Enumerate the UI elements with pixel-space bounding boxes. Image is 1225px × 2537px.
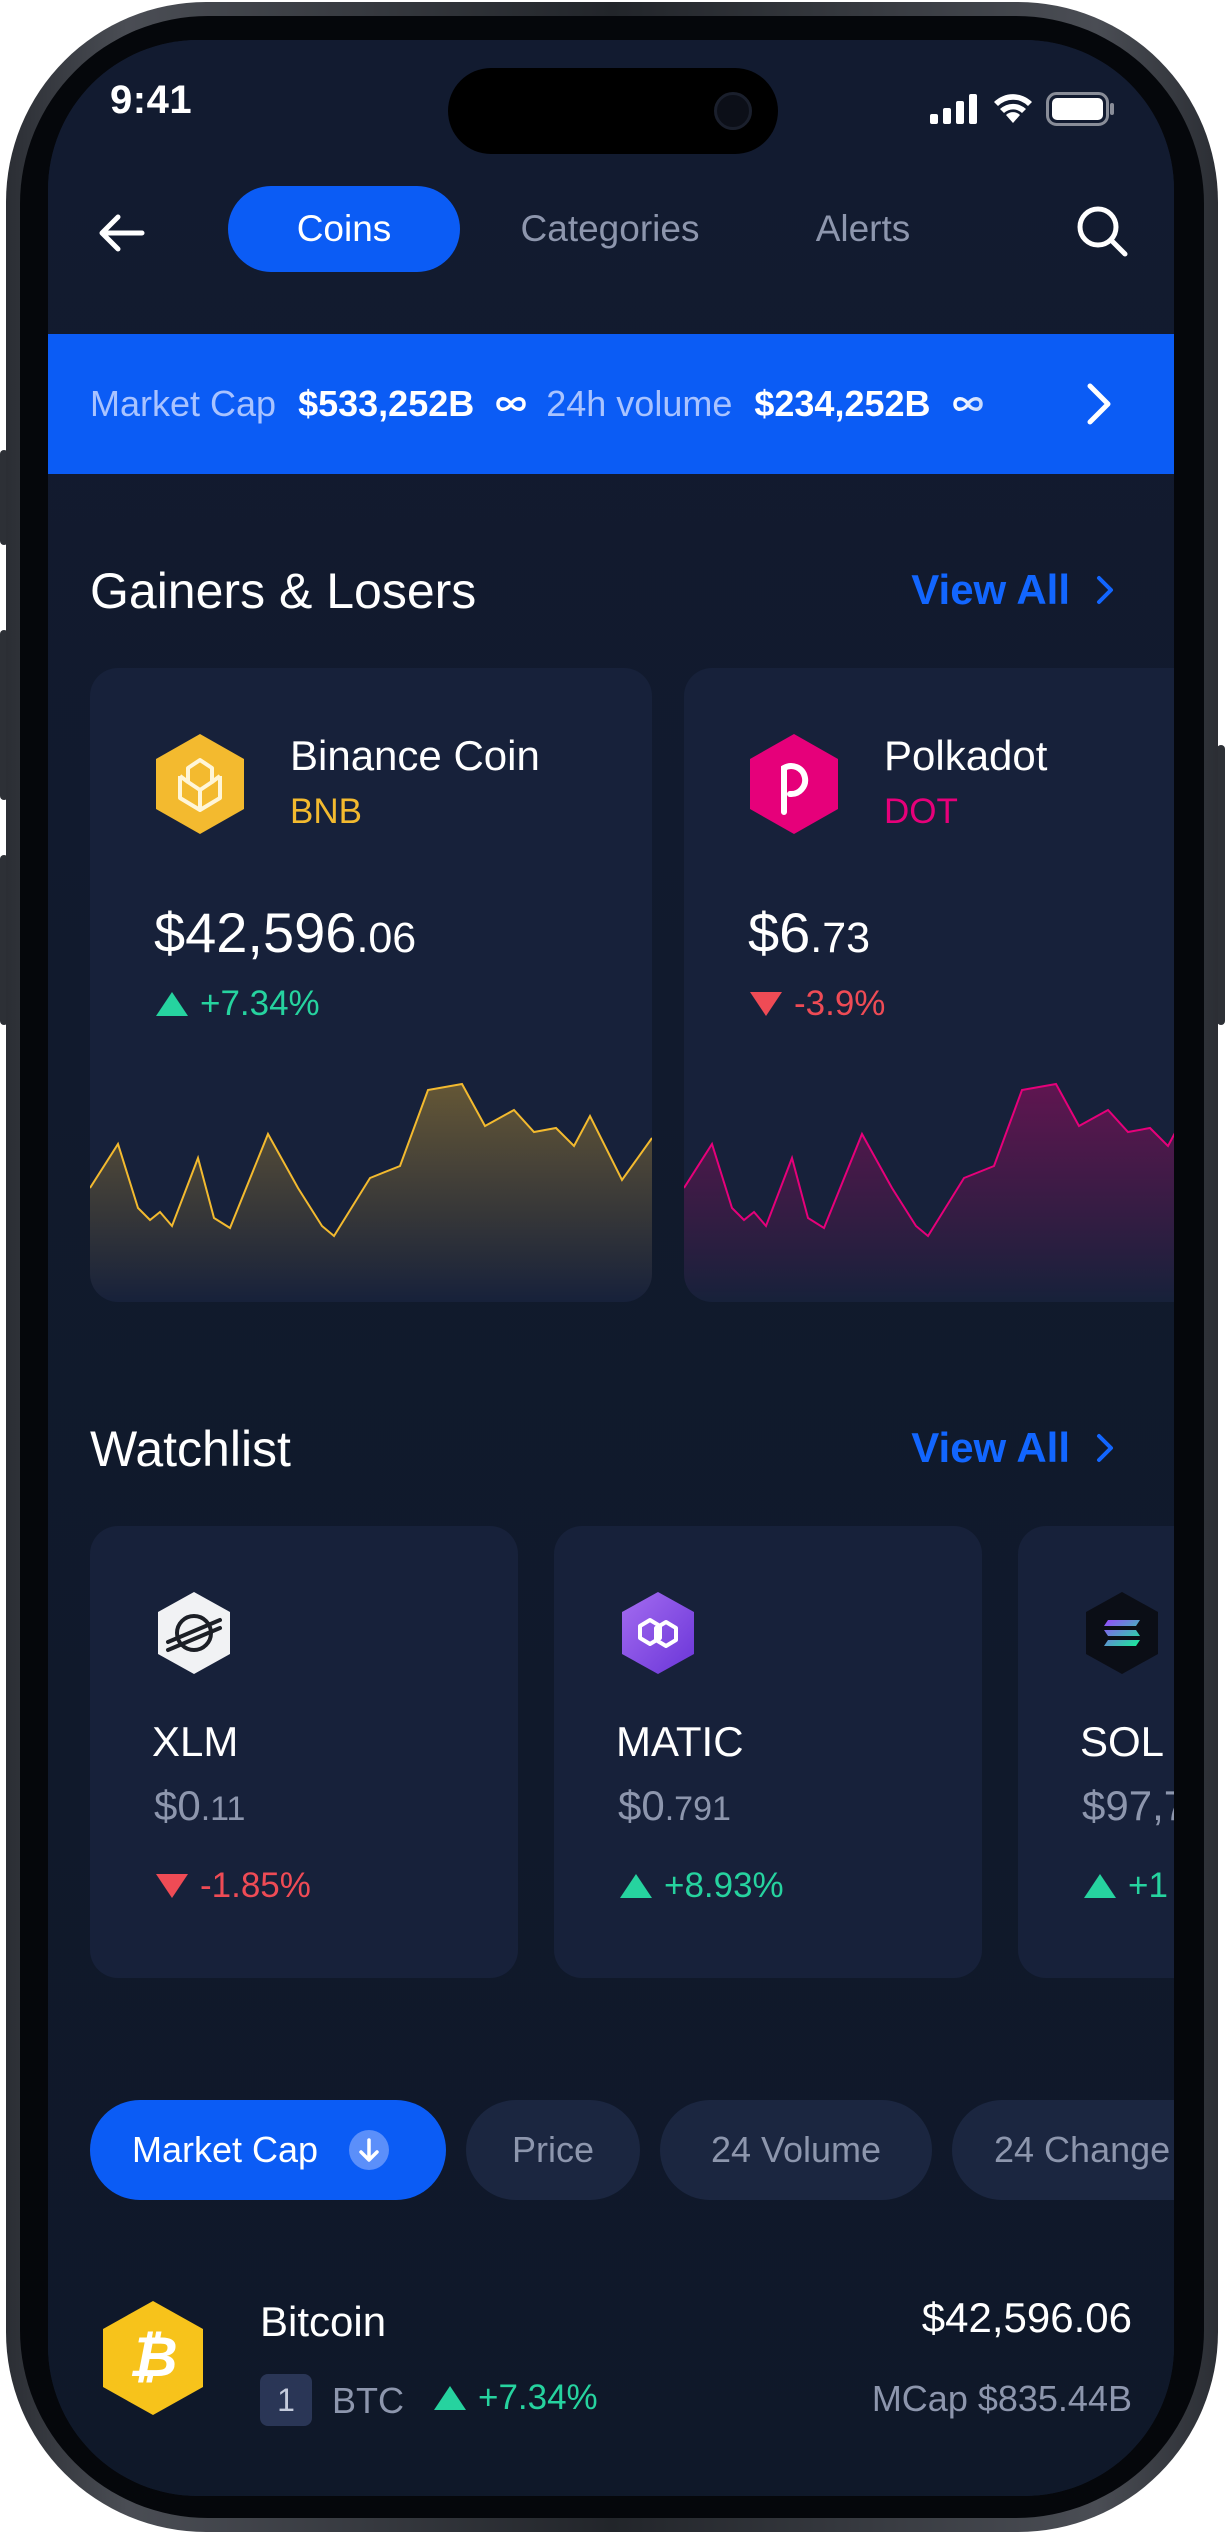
- gainer-card-bnb[interactable]: Binance Coin BNB $42,596.06 +7.34%: [90, 668, 652, 1302]
- coin-price: $6.73: [748, 900, 870, 965]
- chip-label: Market Cap: [132, 2129, 319, 2170]
- price-change: +8.93%: [618, 1866, 784, 1906]
- status-time: 9:41: [110, 78, 193, 122]
- coin-price: $42,596.06: [921, 2294, 1132, 2341]
- price-main: $0: [618, 1782, 665, 1829]
- triangle-down-icon: [156, 1874, 188, 1898]
- gainers-view-all[interactable]: View All: [911, 566, 1114, 614]
- price-decimals: .11: [200, 1790, 246, 1828]
- power-button: [1217, 745, 1225, 1025]
- coin-name: Bitcoin: [260, 2298, 387, 2345]
- banner-fade: [954, 334, 1174, 474]
- coin-rank: 1: [260, 2374, 312, 2426]
- segment-tabs: Coins Categories Alerts: [228, 186, 988, 272]
- coin-symbol: MATIC: [616, 1718, 744, 1765]
- change-value: -1.85%: [200, 1866, 311, 1905]
- sparkline-chart: [684, 1082, 1174, 1302]
- search-icon: [1077, 206, 1128, 257]
- watchlist-card-matic[interactable]: MATIC $0.791 +8.93%: [554, 1526, 982, 1978]
- price-decimals: .791: [664, 1790, 731, 1828]
- view-all-label: View All: [911, 566, 1070, 613]
- coin-price: $0.11: [154, 1782, 245, 1830]
- sort-down-icon: [349, 2130, 390, 2170]
- status-icons: [930, 92, 1116, 126]
- arrow-left-icon: [99, 214, 145, 252]
- triangle-up-icon: [1084, 1874, 1116, 1898]
- coin-market-cap: MCap $835.44B: [871, 2378, 1132, 2419]
- bitcoin-icon: ₿: [103, 2301, 203, 2415]
- change-value: +8.93%: [664, 1866, 784, 1905]
- coin-price: $0.791: [618, 1782, 731, 1830]
- gainer-card-dot[interactable]: Polkadot DOT $6.73 -3.9%: [684, 668, 1174, 1302]
- filter-chip-price[interactable]: Price: [466, 2100, 640, 2200]
- change-value: +7.34%: [478, 2378, 598, 2417]
- market-cap-value: $533,252B: [298, 383, 475, 424]
- svg-text:₿: ₿: [128, 2325, 177, 2388]
- gainers-title: Gainers & Losers: [90, 563, 477, 619]
- app-screen: 9:41 Coins Categories Alerts Market Cap …: [48, 40, 1174, 2496]
- signal-icon: [930, 94, 977, 124]
- chevron-right-icon: [1097, 576, 1113, 604]
- dynamic-island: [448, 68, 778, 154]
- polkadot-icon: [750, 734, 838, 834]
- tab-categories[interactable]: Categories: [492, 186, 728, 272]
- watchlist-view-all[interactable]: View All: [911, 1424, 1114, 1472]
- coin-symbol: BNB: [290, 792, 362, 831]
- price-main: $6: [748, 901, 811, 964]
- stellar-icon: [158, 1592, 230, 1674]
- price-change: +7.34%: [154, 984, 320, 1024]
- price-change: +1: [1082, 1866, 1168, 1906]
- tab-alerts[interactable]: Alerts: [768, 186, 958, 272]
- battery-icon: [1046, 92, 1114, 126]
- tab-coins[interactable]: Coins: [228, 186, 460, 272]
- polygon-icon: [622, 1592, 694, 1674]
- price-change: +7.34%: [432, 2378, 598, 2418]
- infinity-icon: [496, 397, 526, 411]
- filter-chip-market-cap[interactable]: Market Cap: [90, 2100, 446, 2200]
- back-button[interactable]: [96, 208, 146, 258]
- search-button[interactable]: [1073, 202, 1131, 260]
- price-main: $42,596: [154, 901, 357, 964]
- chevron-right-icon[interactable]: [1084, 380, 1114, 428]
- wifi-icon: [994, 94, 1032, 123]
- price-decimals: .73: [810, 914, 871, 962]
- market-stats-banner[interactable]: Market Cap $533,252B 24h volume $234,252…: [48, 334, 1174, 474]
- price-main: $0: [154, 1782, 201, 1829]
- coin-price: $42,596.06: [154, 900, 416, 965]
- coin-symbol: BTC: [332, 2380, 404, 2421]
- coin-name: Polkadot: [884, 732, 1048, 779]
- coin-symbol: XLM: [152, 1718, 239, 1765]
- triangle-up-icon: [434, 2386, 466, 2410]
- chevron-right-icon: [1097, 1434, 1113, 1462]
- watchlist-card-xlm[interactable]: XLM $0.11 -1.85%: [90, 1526, 518, 1978]
- triangle-down-icon: [750, 992, 782, 1016]
- coin-symbol: DOT: [884, 792, 958, 831]
- change-value: +7.34%: [200, 984, 320, 1023]
- coin-symbol: SOL: [1080, 1718, 1165, 1765]
- triangle-up-icon: [156, 992, 188, 1016]
- solana-icon: [1086, 1592, 1158, 1674]
- camera-icon: [714, 92, 752, 130]
- price-decimals: .06: [356, 914, 417, 962]
- price-change: -3.9%: [748, 984, 885, 1024]
- triangle-up-icon: [620, 1874, 652, 1898]
- price-main: $97,7: [1082, 1782, 1174, 1829]
- change-value: +1: [1128, 1866, 1168, 1905]
- watchlist-card-sol[interactable]: SOL $97,7 +1: [1018, 1526, 1174, 1978]
- binance-coin-icon: [156, 734, 244, 834]
- coin-price: $97,7: [1082, 1782, 1174, 1830]
- filter-chip-24-change[interactable]: 24 Change: [952, 2100, 1174, 2200]
- market-cap-label: Market Cap: [90, 383, 277, 424]
- change-value: -3.9%: [794, 984, 886, 1023]
- watchlist-title: Watchlist: [90, 1421, 291, 1477]
- volume-value: $234,252B: [754, 383, 931, 424]
- filter-chip-24-volume[interactable]: 24 Volume: [660, 2100, 932, 2200]
- view-all-label: View All: [911, 1424, 1070, 1471]
- sparkline-chart: [90, 1082, 652, 1302]
- coin-name: Binance Coin: [290, 732, 540, 779]
- price-change: -1.85%: [154, 1866, 311, 1906]
- volume-label: 24h volume: [546, 383, 733, 424]
